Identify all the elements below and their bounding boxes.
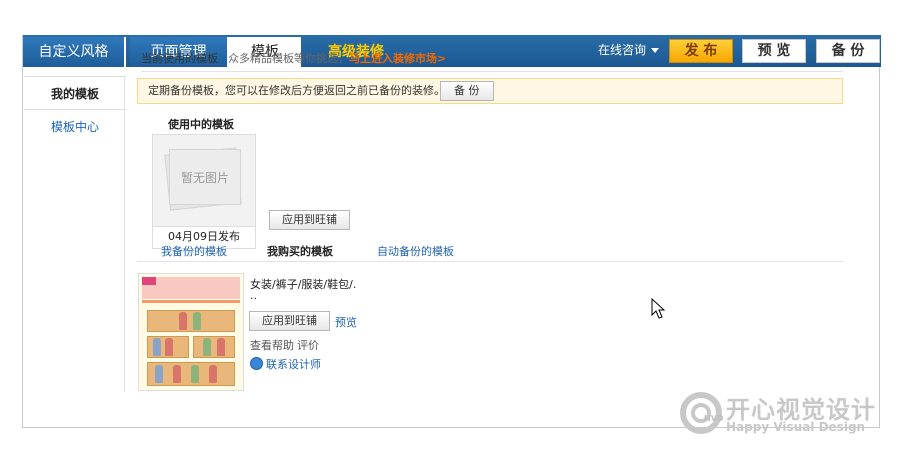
purchased-template-title-overflow: .. bbox=[250, 289, 257, 302]
thumbnail-figure bbox=[153, 338, 161, 356]
thumbnail-figure bbox=[191, 365, 199, 383]
watermark-logo-icon bbox=[680, 392, 722, 434]
apply-purchased-to-shop-button[interactable]: 应用到旺铺 bbox=[249, 311, 330, 331]
review-link[interactable]: 评价 bbox=[297, 337, 319, 353]
thumbnail-figure bbox=[193, 312, 201, 330]
apply-to-shop-button[interactable]: 应用到旺铺 bbox=[269, 210, 350, 230]
thumbnail-section bbox=[147, 310, 235, 332]
watermark-english: Happy Visual Design bbox=[726, 420, 866, 434]
backup-notice: 定期备份模板，您可以在修改后方便返回之前已备份的装修。 备 份 bbox=[137, 78, 843, 104]
subtab-auto-backups[interactable]: 自动备份的模板 bbox=[377, 243, 454, 259]
notice-backup-button[interactable]: 备 份 bbox=[440, 81, 494, 101]
sidebar-item-my-templates[interactable]: 我的模板 bbox=[24, 76, 126, 110]
help-link[interactable]: 查看帮助 bbox=[250, 337, 294, 353]
mouse-pointer-icon bbox=[651, 298, 665, 319]
subtab-my-backups[interactable]: 我备份的模板 bbox=[161, 243, 227, 259]
thumbnail-figure bbox=[209, 365, 217, 383]
subtab-purchased[interactable]: 我购买的模板 bbox=[267, 243, 333, 259]
thumbnail-banner bbox=[142, 277, 240, 299]
sidebar: 我的模板 模板中心 bbox=[24, 43, 126, 144]
watermark: HVD 开心视觉设计 Happy Visual Design bbox=[680, 392, 892, 440]
no-image-placeholder: 暂无图片 bbox=[169, 149, 241, 205]
contact-designer-link[interactable]: 联系设计师 bbox=[250, 356, 321, 372]
backup-notice-text: 定期备份模板，您可以在修改后方便返回之前已备份的装修。 bbox=[148, 84, 445, 97]
template-subtabs: 我备份的模板 我购买的模板 自动备份的模板 bbox=[137, 240, 843, 262]
market-link[interactable]: 马上进入装修市场> bbox=[349, 52, 446, 65]
in-use-title: 使用中的模板 bbox=[168, 118, 234, 131]
thumbnail-nav bbox=[142, 300, 240, 303]
sidebar-item-template-center[interactable]: 模板中心 bbox=[24, 110, 126, 144]
current-template-bar: 当前使用的模板 众多精品模板等你挑选，马上进入装修市场> bbox=[141, 50, 843, 72]
purchased-template-title: 女装/裤子/服装/鞋包/. bbox=[250, 278, 357, 291]
in-use-thumbnail: 暂无图片 bbox=[152, 134, 256, 227]
thumbnail-logo bbox=[142, 277, 156, 285]
purchased-template-thumbnail[interactable] bbox=[138, 273, 244, 391]
thumbnail-figure bbox=[173, 365, 181, 383]
chat-icon bbox=[250, 357, 263, 370]
sidebar-divider bbox=[124, 76, 125, 392]
contact-designer-label: 联系设计师 bbox=[266, 358, 321, 371]
thumbnail-figure bbox=[203, 338, 211, 356]
thumbnail-figure bbox=[217, 338, 225, 356]
template-hint: 众多精品模板等你挑选， bbox=[228, 52, 349, 65]
preview-link[interactable]: 预览 bbox=[335, 314, 357, 330]
thumbnail-figure bbox=[165, 338, 173, 356]
thumbnail-figure bbox=[155, 365, 163, 383]
thumbnail-figure bbox=[179, 312, 187, 330]
watermark-tag: HVD bbox=[704, 414, 724, 423]
thumbnail-section bbox=[193, 336, 235, 358]
current-template-label: 当前使用的模板 bbox=[141, 52, 218, 65]
